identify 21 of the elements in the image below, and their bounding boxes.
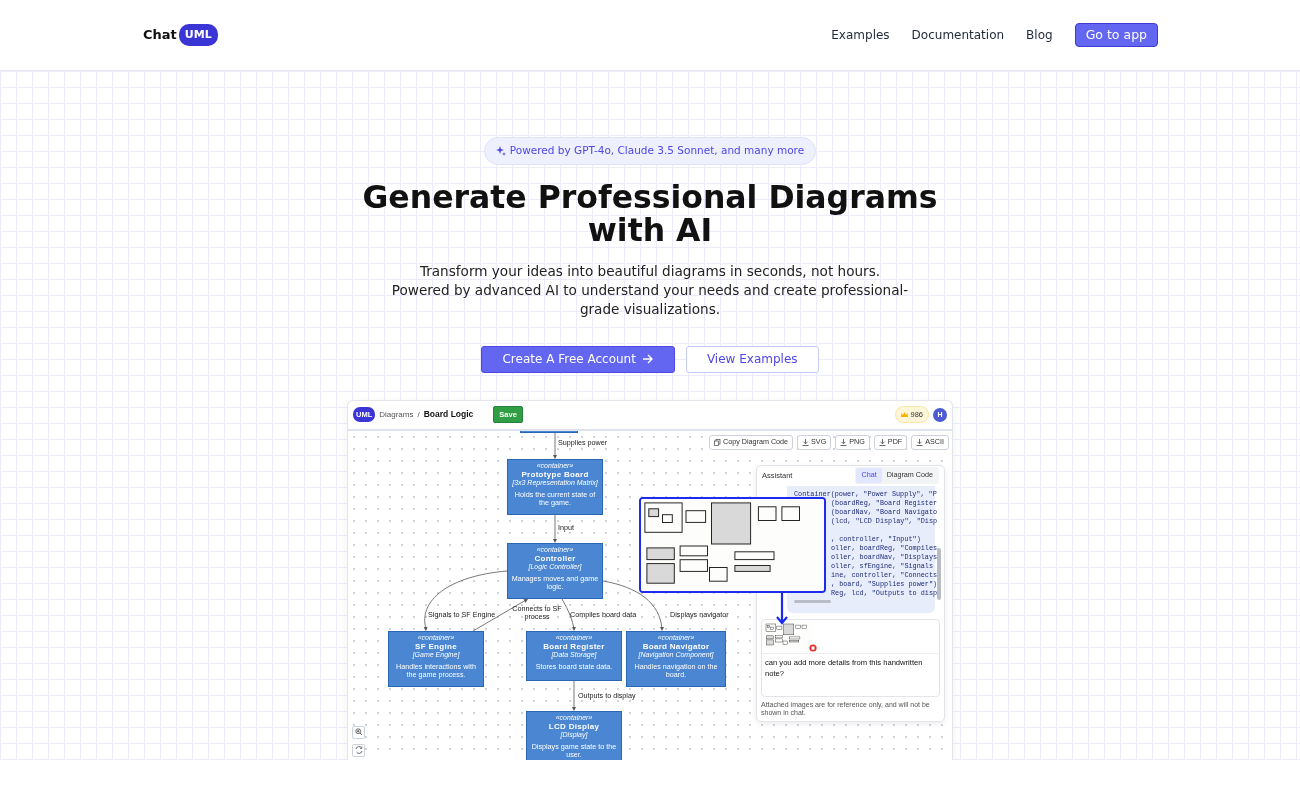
go-to-app-button[interactable]: Go to app: [1074, 22, 1158, 48]
nav-link[interactable]: Documentation: [911, 26, 1005, 44]
logo-badge: UML: [178, 23, 218, 47]
nav-link[interactable]: Blog: [1026, 26, 1053, 44]
breadcrumb-link[interactable]: Diagrams: [379, 408, 414, 421]
nav-link[interactable]: Examples: [831, 26, 890, 44]
node-title: Board Register: [543, 641, 605, 651]
diagram-title: Board Logic: [423, 408, 474, 422]
view-examples-button[interactable]: View Examples: [685, 345, 819, 373]
logo-text: Chat: [143, 26, 177, 45]
node-title: Controller: [534, 553, 576, 563]
breadcrumb-separator: /: [417, 408, 420, 421]
create-account-button[interactable]: Create A Free Account: [481, 345, 675, 373]
hero-subtitle: Transform your ideas into beautiful diagrams in seconds, not hours.: [418, 261, 882, 281]
node-title: Board Navigator: [642, 641, 710, 651]
hero-title: Generate Professional Diagrams with AI: [361, 180, 939, 247]
hero-subtitle: Powered by advanced AI to understand your needs and create professional-grade visualizations.: [390, 280, 910, 319]
node-title: SF Engine: [415, 641, 457, 651]
node-title: Prototype Board: [521, 469, 589, 479]
node-title: LCD Display: [548, 721, 600, 731]
badge-text: Powered by GPT-4o, Claude 3.5 Sonnet, and many more: [509, 143, 805, 158]
